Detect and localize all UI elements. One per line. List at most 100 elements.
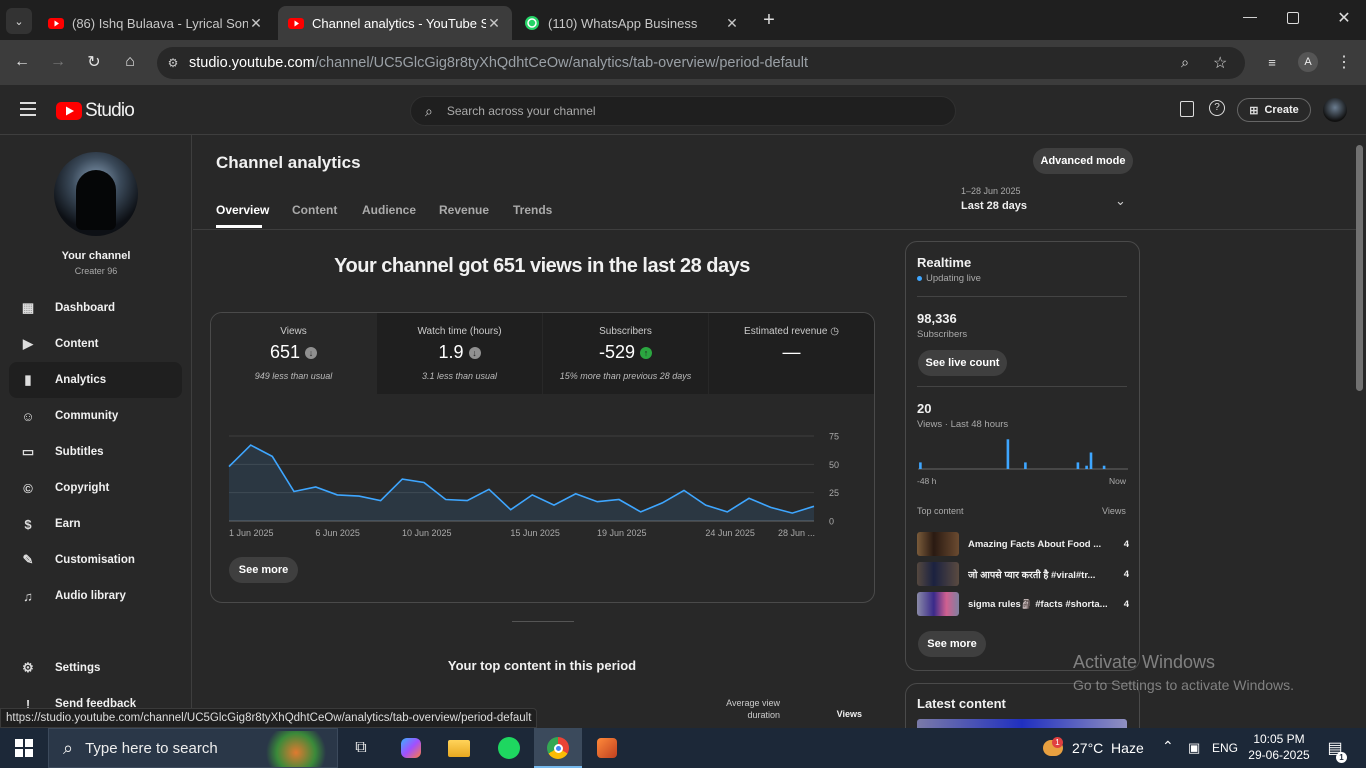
- advanced-mode-button[interactable]: Advanced mode: [1033, 148, 1133, 174]
- realtime-views-label: Views · Last 48 hours: [917, 419, 1009, 430]
- channel-search-input[interactable]: ⌕ Search across your channel: [410, 96, 956, 126]
- sidebar-item-audio-library[interactable]: ♫ Audio library: [9, 578, 182, 614]
- taskbar-search-input[interactable]: ⌕ Type here to search: [48, 728, 338, 768]
- realtime-bar-chart: [918, 439, 1128, 470]
- channel-avatar[interactable]: [54, 152, 138, 236]
- live-status-text: Updating live: [926, 273, 981, 284]
- language-indicator[interactable]: ENG: [1212, 741, 1238, 755]
- browser-tab-analytics[interactable]: Channel analytics - YouTube Studio ✕: [278, 6, 512, 40]
- close-icon[interactable]: ✕: [724, 15, 740, 32]
- close-window-icon[interactable]: ✕: [1334, 8, 1354, 32]
- tab-audience[interactable]: Audience: [362, 203, 416, 217]
- sidebar-item-settings[interactable]: ⚙ Settings: [9, 650, 182, 686]
- copilot-icon[interactable]: [398, 735, 424, 761]
- sidebar-item-analytics[interactable]: ▮ Analytics: [9, 362, 182, 398]
- sidebar-item-earn[interactable]: $ Earn: [9, 506, 182, 542]
- tab-overview[interactable]: Overview: [216, 203, 269, 217]
- zoom-search-icon[interactable]: ⌕: [1181, 55, 1189, 71]
- live-status: Updating live: [917, 273, 981, 284]
- section-divider: [512, 621, 574, 622]
- column-views[interactable]: Views: [820, 709, 862, 719]
- status-url-bar: https://studio.youtube.com/channel/UC5Gl…: [0, 708, 538, 728]
- metric-watch-time[interactable]: Watch time (hours) 1.9 ↓ 3.1 less than u…: [377, 313, 542, 394]
- sidebar-item-subtitles[interactable]: ▭ Subtitles: [9, 434, 182, 470]
- sidebar-item-customisation[interactable]: ✎ Customisation: [9, 542, 182, 578]
- profile-avatar[interactable]: A: [1298, 52, 1318, 72]
- metric-subscribers[interactable]: Subscribers -529 ↑ 15% more than previou…: [543, 313, 708, 394]
- feedback-icon[interactable]: [1180, 101, 1194, 117]
- tab-title: (110) WhatsApp Business: [548, 15, 698, 31]
- period-selector[interactable]: 1–28 Jun 2025 Last 28 days ⌄: [961, 186, 1133, 218]
- youtube-favicon-icon: [48, 15, 64, 31]
- site-info-icon[interactable]: ⚙: [157, 56, 189, 70]
- fl-studio-icon[interactable]: [594, 735, 620, 761]
- sidebar-item-label: Analytics: [55, 374, 107, 386]
- address-bar[interactable]: ⚙ studio.youtube.com/channel/UC5GlcGig8r…: [157, 47, 1245, 79]
- top-content-row[interactable]: sigma rules🗿 #facts #shorta... 4: [917, 592, 1129, 616]
- reload-icon[interactable]: ↻: [82, 50, 106, 74]
- subtitles-icon: ▭: [21, 444, 35, 459]
- views-chart: 75 50 25 0 1 Jun 2025 6 Jun 2025 10 Jun 2025 15…: [228, 432, 839, 538]
- x-tick-label: 28 Jun ...: [778, 528, 815, 538]
- weather-text[interactable]: 27°C Haze: [1072, 740, 1144, 756]
- sidebar-item-label: Content: [55, 338, 99, 350]
- file-explorer-icon[interactable]: [446, 735, 472, 761]
- help-icon[interactable]: ?: [1209, 100, 1225, 116]
- top-content-row[interactable]: जो आपसे प्यार करती है #viral#tr... 4: [917, 562, 1129, 586]
- studio-logo[interactable]: Studio: [56, 100, 135, 122]
- page-scrollbar[interactable]: [1356, 145, 1363, 391]
- column-avg-duration[interactable]: Average view duration: [720, 697, 780, 721]
- clock[interactable]: 10:05 PM 29-06-2025: [1244, 731, 1314, 763]
- minimize-icon[interactable]: —: [1240, 8, 1260, 32]
- youtube-favicon-icon: [288, 15, 304, 31]
- latest-content-title: Latest content: [917, 696, 1006, 711]
- realtime-see-more-button[interactable]: See more: [918, 631, 986, 657]
- browser-tab-bar: ⌄ (86) Ishq Bulaava - Lyrical Song ✕ Cha…: [0, 0, 1366, 40]
- account-avatar[interactable]: [1323, 98, 1347, 122]
- taskbar-search-placeholder: Type here to search: [85, 739, 218, 757]
- see-more-button[interactable]: See more: [229, 557, 298, 583]
- windows-start-icon[interactable]: [11, 735, 37, 761]
- sidebar-item-community[interactable]: ☺ Community: [9, 398, 182, 434]
- chrome-icon[interactable]: [545, 735, 571, 761]
- browser-tab-whatsapp[interactable]: (110) WhatsApp Business ✕: [514, 6, 750, 40]
- sidebar-item-copyright[interactable]: © Copyright: [9, 470, 182, 506]
- new-tab-plus-icon[interactable]: +: [758, 8, 780, 32]
- browser-tab-music[interactable]: (86) Ishq Bulaava - Lyrical Song ✕: [38, 6, 274, 40]
- arrow-down-icon: ↓: [305, 347, 318, 359]
- sidebar-item-content[interactable]: ▶ Content: [9, 326, 182, 362]
- create-button[interactable]: ⊞ Create: [1237, 98, 1311, 122]
- tray-chevron-up-icon[interactable]: ⌃: [1162, 738, 1174, 755]
- tab-revenue[interactable]: Revenue: [439, 203, 489, 217]
- forward-arrow-icon[interactable]: →: [46, 50, 70, 74]
- axis-right-label: Now: [1109, 476, 1127, 486]
- back-arrow-icon[interactable]: ←: [10, 50, 34, 74]
- sidebar-item-dashboard[interactable]: ▦ Dashboard: [9, 290, 182, 326]
- browser-menu-icon[interactable]: ⋮: [1332, 50, 1356, 74]
- network-icon[interactable]: ▣: [1188, 740, 1200, 756]
- hamburger-menu-icon[interactable]: [20, 102, 36, 116]
- x-tick-label: 19 Jun 2025: [597, 528, 647, 538]
- cast-icon[interactable]: ≡: [1260, 50, 1284, 74]
- close-icon[interactable]: ✕: [486, 15, 502, 32]
- tab-search-button[interactable]: ⌄: [6, 8, 32, 34]
- top-content-row[interactable]: Amazing Facts About Food ... 4: [917, 532, 1129, 556]
- sidebar-item-label: Customisation: [55, 554, 135, 566]
- y-tick-label: 75: [829, 432, 839, 442]
- tab-content[interactable]: Content: [292, 203, 337, 217]
- restore-icon[interactable]: [1287, 12, 1299, 24]
- bookmark-star-icon[interactable]: ☆: [1213, 53, 1227, 73]
- task-view-icon[interactable]: ⧉: [348, 735, 374, 761]
- tab-trends[interactable]: Trends: [513, 203, 552, 217]
- close-icon[interactable]: ✕: [248, 15, 264, 32]
- see-live-count-button[interactable]: See live count: [918, 350, 1007, 376]
- content-icon: ▶: [23, 336, 33, 351]
- metric-revenue[interactable]: Estimated revenue ◷ —: [709, 313, 874, 394]
- video-thumbnail: [917, 592, 959, 616]
- youtube-logo-icon: [56, 102, 82, 120]
- spotify-icon[interactable]: [496, 735, 522, 761]
- latest-video-thumbnail[interactable]: [917, 719, 1127, 728]
- metric-views[interactable]: Views 651 ↓ 949 less than usual: [211, 313, 376, 394]
- video-thumbnail: [917, 532, 959, 556]
- home-icon[interactable]: ⌂: [118, 50, 142, 74]
